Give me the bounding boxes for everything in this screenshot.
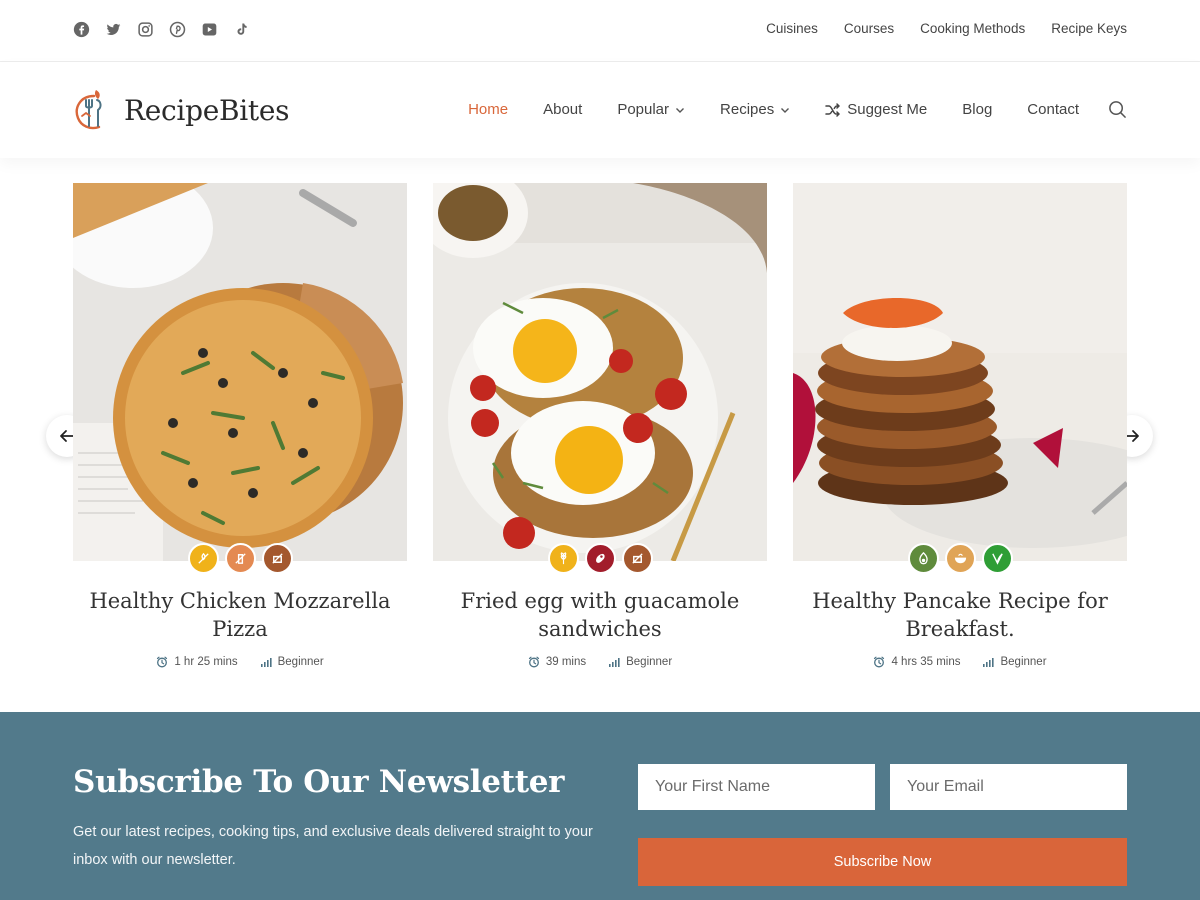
chevron-down-icon	[781, 107, 790, 113]
recipe-level: Beginner	[982, 656, 1047, 668]
recipe-level-value: Beginner	[626, 656, 673, 668]
tiktok-icon[interactable]	[232, 20, 250, 38]
signal-bars-icon	[609, 658, 620, 667]
recipe-title[interactable]: Fried egg with guacamole sandwiches	[433, 587, 767, 643]
diet-badges	[433, 543, 767, 574]
nav-home[interactable]: Home	[468, 101, 508, 118]
nav-about[interactable]: About	[543, 101, 582, 118]
no-meat-icon[interactable]	[621, 543, 653, 574]
topnav-cooking-methods[interactable]: Cooking Methods	[920, 21, 1025, 36]
chevron-down-icon	[676, 107, 685, 113]
recipe-image-pizza[interactable]	[73, 183, 407, 561]
recipe-time: 4 hrs 35 mins	[873, 656, 960, 668]
top-bar: Cuisines Courses Cooking Methods Recipe …	[0, 0, 1200, 62]
recipe-time-value: 39 mins	[545, 656, 587, 668]
topnav-recipe-keys[interactable]: Recipe Keys	[1051, 21, 1127, 36]
alarm-clock-icon	[874, 656, 885, 668]
no-dairy-icon[interactable]	[224, 543, 256, 574]
topnav-cuisines[interactable]: Cuisines	[766, 21, 818, 36]
recipe-level: Beginner	[260, 656, 324, 668]
twitter-icon[interactable]	[104, 20, 122, 38]
recipe-time: 1 hr 25 mins	[156, 656, 238, 668]
site-header: RecipeBites Home About Popular Recipes S…	[0, 62, 1200, 158]
meat-icon[interactable]	[584, 543, 616, 574]
avocado-icon[interactable]	[907, 543, 939, 574]
newsletter-description: Get our latest recipes, cooking tips, an…	[73, 824, 593, 868]
instagram-icon[interactable]	[136, 20, 154, 38]
newsletter-section: Subscribe To Our Newsletter Get our late…	[0, 712, 1200, 900]
recipe-time: 39 mins	[528, 656, 586, 668]
diet-badges	[793, 543, 1127, 574]
no-gluten-icon[interactable]	[187, 543, 219, 574]
nav-contact-label: Contact	[1027, 101, 1079, 118]
social-links	[72, 20, 250, 38]
recipe-time-value: 1 hr 25 mins	[174, 656, 238, 668]
signal-bars-icon	[983, 658, 995, 667]
pinterest-icon[interactable]	[168, 20, 186, 38]
main-nav: Home About Popular Recipes Suggest Me Bl…	[433, 100, 1127, 119]
email-input[interactable]	[890, 764, 1127, 810]
recipe-level-value: Beginner	[1000, 656, 1047, 668]
recipe-image-pancake[interactable]	[793, 183, 1127, 561]
recipe-title[interactable]: Healthy Pancake Recipe for Breakfast.	[793, 587, 1127, 643]
site-logo[interactable]: RecipeBites	[72, 86, 290, 134]
alarm-clock-icon	[157, 656, 168, 668]
search-icon[interactable]	[1108, 100, 1127, 119]
recipe-carousel: Healthy Chicken Mozzarella Pizza 1 hr 25…	[73, 183, 1127, 693]
youtube-icon[interactable]	[200, 20, 218, 38]
recipe-card[interactable]: Healthy Chicken Mozzarella Pizza 1 hr 25…	[73, 183, 407, 668]
diet-badges	[73, 543, 407, 574]
logo-text: RecipeBites	[124, 93, 290, 127]
recipe-card[interactable]: Healthy Pancake Recipe for Breakfast. 4 …	[793, 183, 1127, 668]
nav-recipes-label: Recipes	[720, 101, 775, 118]
subscribe-button[interactable]: Subscribe Now	[638, 838, 1127, 886]
bowl-icon[interactable]	[944, 543, 976, 574]
nav-blog-label: Blog	[962, 101, 993, 118]
secondary-nav: Cuisines Courses Cooking Methods Recipe …	[766, 21, 1127, 36]
nav-suggest-me-label: Suggest Me	[847, 101, 928, 118]
recipe-meta: 39 mins Beginner	[433, 656, 767, 668]
vegan-leaf-icon[interactable]	[981, 543, 1013, 574]
facebook-icon[interactable]	[72, 20, 90, 38]
nav-blog[interactable]: Blog	[962, 101, 992, 118]
alarm-clock-icon	[528, 656, 539, 668]
nav-popular[interactable]: Popular	[617, 101, 685, 118]
recipe-meta: 1 hr 25 mins Beginner	[73, 656, 407, 668]
no-meat-icon[interactable]	[261, 543, 293, 574]
nav-about-label: About	[543, 101, 583, 118]
nav-contact[interactable]: Contact	[1027, 101, 1079, 118]
recipe-title[interactable]: Healthy Chicken Mozzarella Pizza	[73, 587, 407, 643]
nav-home-label: Home	[468, 101, 509, 118]
nav-popular-label: Popular	[617, 101, 670, 118]
recipe-card[interactable]: Fried egg with guacamole sandwiches 39 m…	[433, 183, 767, 668]
newsletter-title: Subscribe To Our Newsletter	[73, 764, 565, 800]
signal-bars-icon	[260, 658, 272, 667]
first-name-input[interactable]	[638, 764, 875, 810]
grain-icon[interactable]	[547, 543, 579, 574]
recipe-level: Beginner	[608, 656, 672, 668]
recipe-meta: 4 hrs 35 mins Beginner	[793, 656, 1127, 668]
recipe-level-value: Beginner	[277, 656, 324, 668]
logo-icon	[75, 90, 102, 130]
nav-recipes[interactable]: Recipes	[720, 101, 790, 118]
recipe-time-value: 4 hrs 35 mins	[891, 656, 961, 668]
shuffle-icon	[825, 102, 840, 117]
nav-suggest-me[interactable]: Suggest Me	[825, 101, 927, 118]
recipe-image-fried-egg[interactable]	[433, 183, 767, 561]
topnav-courses[interactable]: Courses	[844, 21, 894, 36]
